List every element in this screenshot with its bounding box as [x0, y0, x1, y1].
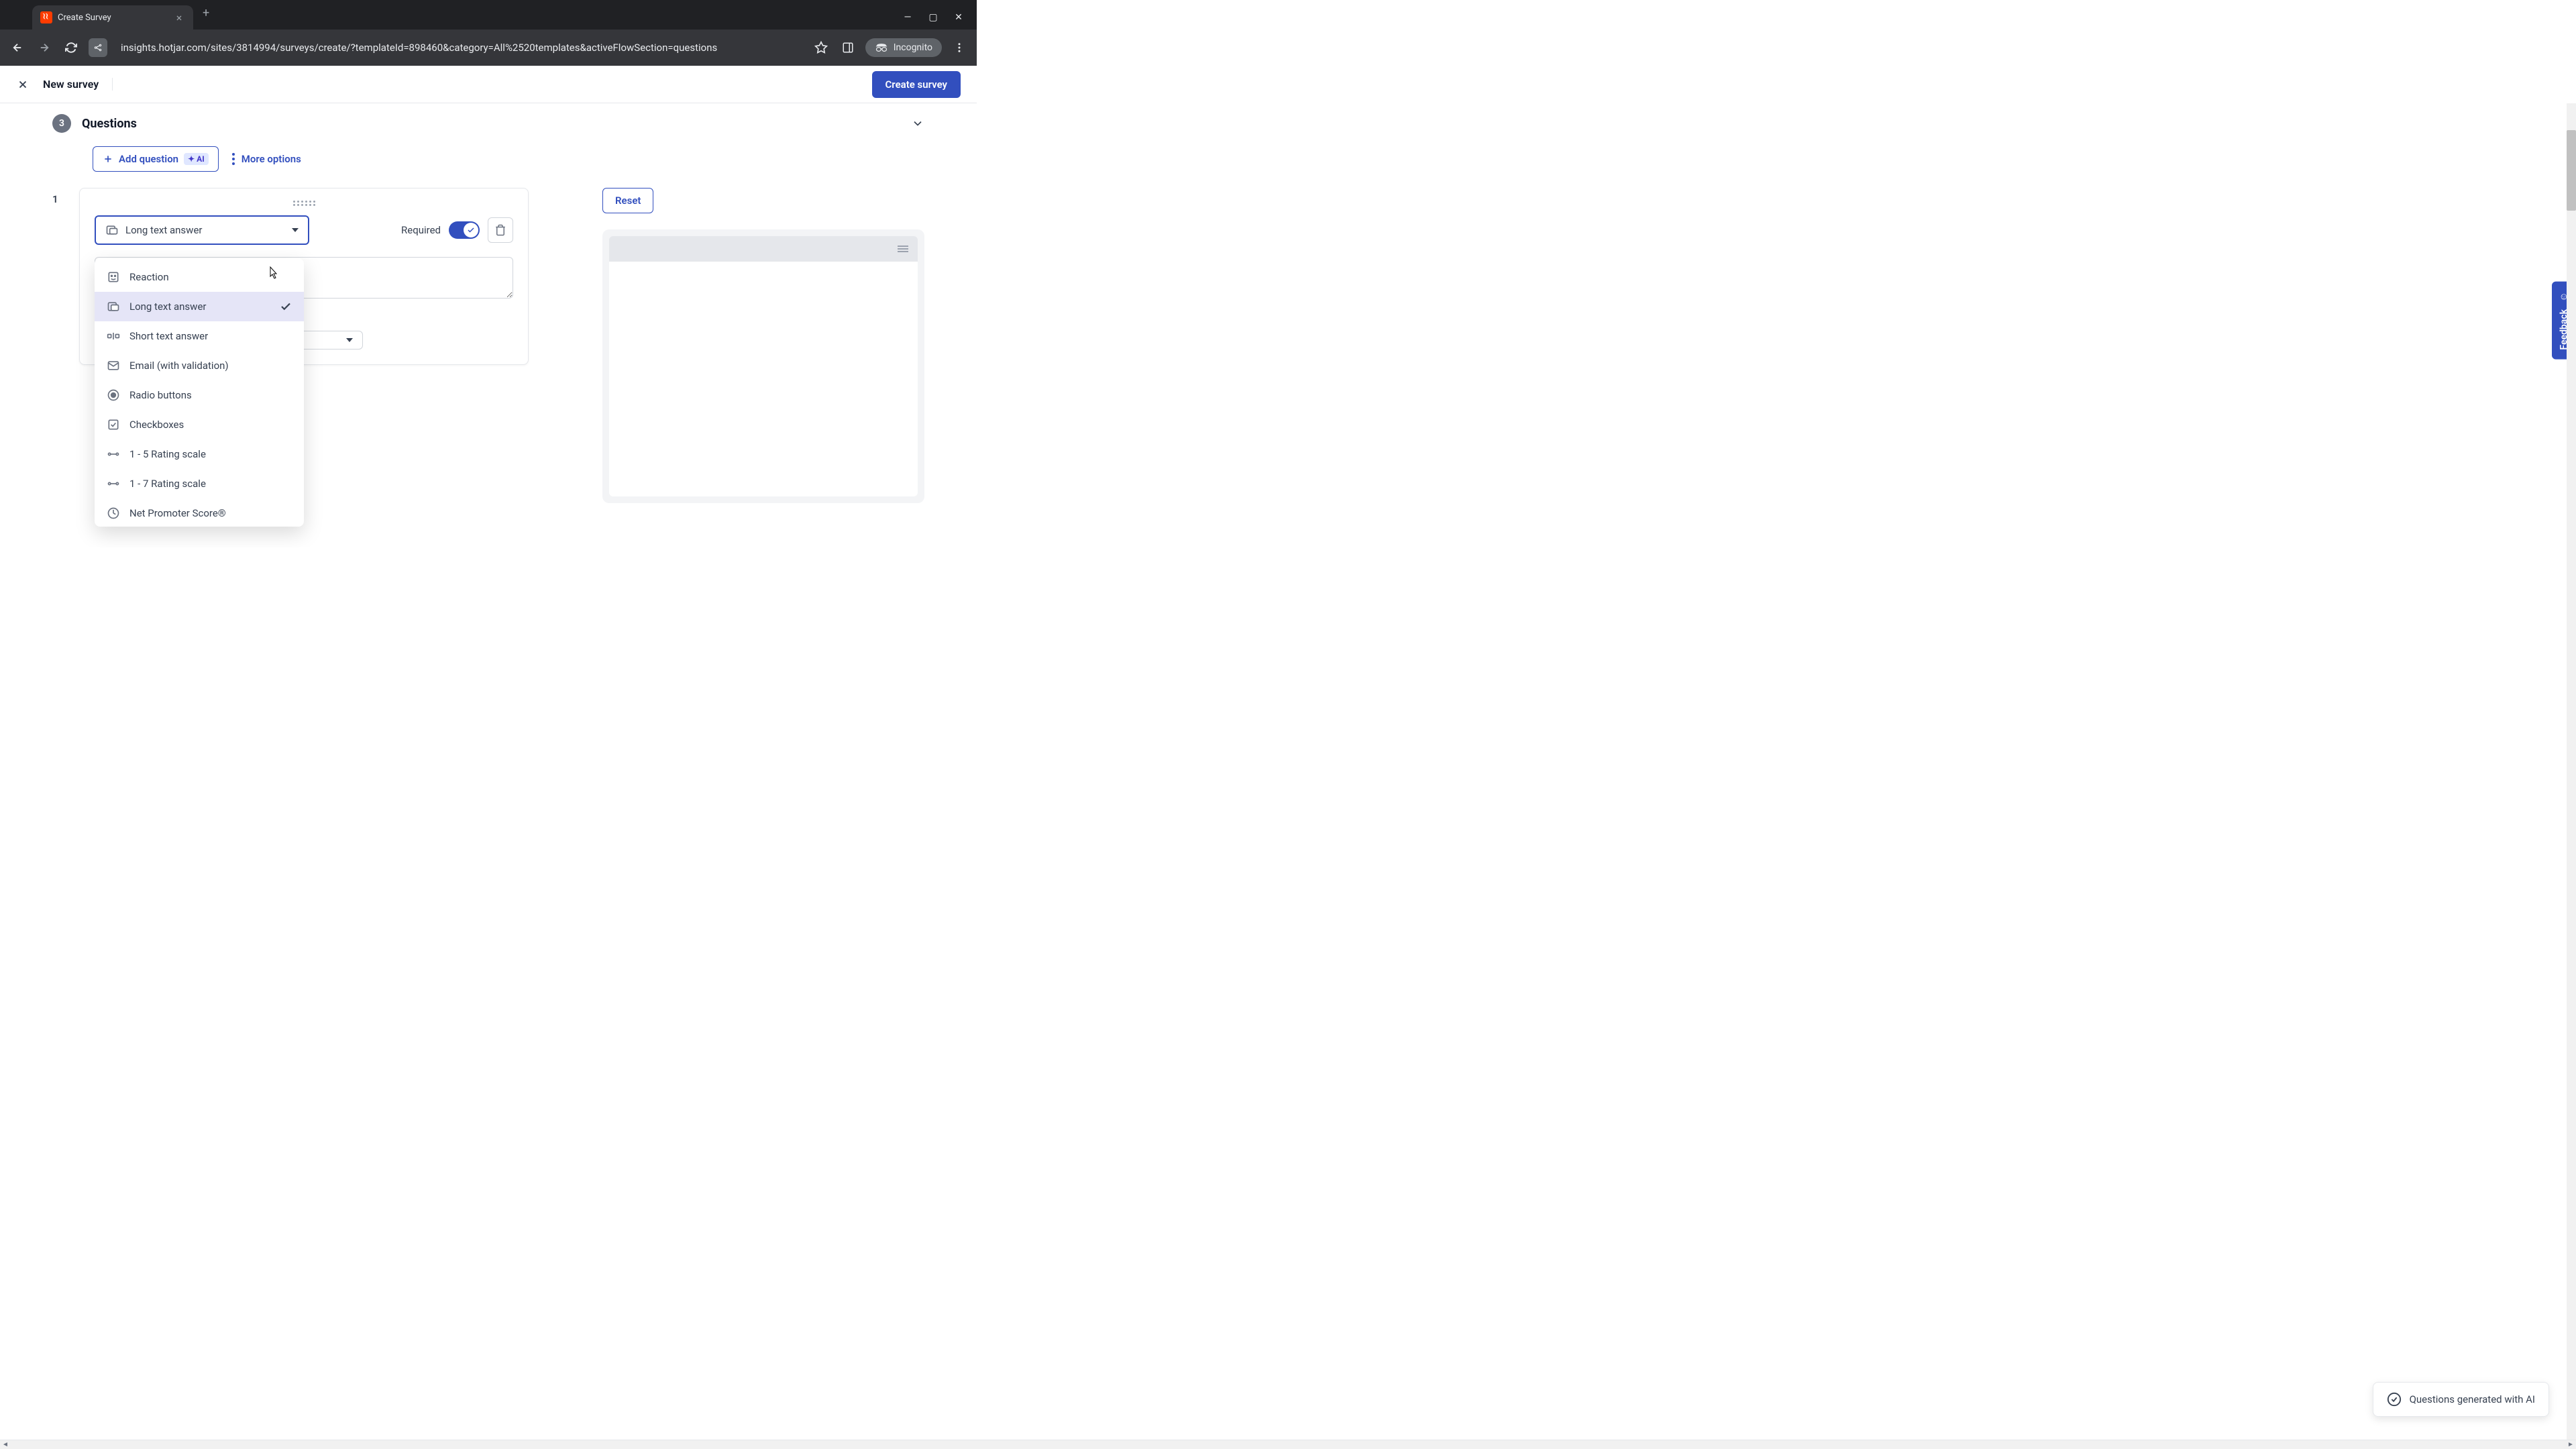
browser-tab[interactable]: Create Survey ×: [32, 5, 193, 30]
step-number-badge: 3: [52, 114, 71, 133]
minimize-icon[interactable]: —: [903, 12, 912, 23]
hamburger-icon[interactable]: [898, 246, 908, 252]
dropdown-item-long-text[interactable]: Long text answer: [95, 292, 304, 321]
window-controls: — ▢ ✕: [903, 12, 977, 30]
reaction-icon: [107, 270, 120, 284]
side-panel-icon[interactable]: [839, 38, 857, 57]
more-options-button[interactable]: More options: [232, 153, 301, 165]
delete-question-button[interactable]: [488, 217, 513, 243]
incognito-badge[interactable]: Incognito: [865, 38, 942, 57]
browser-tab-strip: Create Survey × + — ▢ ✕: [0, 0, 977, 30]
tab-title: Create Survey: [58, 13, 168, 23]
maximize-icon[interactable]: ▢: [928, 12, 938, 23]
more-options-label: More options: [241, 153, 301, 165]
vertical-scrollbar[interactable]: [2567, 103, 2576, 1440]
close-window-icon[interactable]: ✕: [954, 12, 963, 23]
toast-message: Questions generated with AI: [2410, 1393, 2535, 1405]
dropdown-item-nps[interactable]: Net Promoter Score®: [95, 498, 304, 527]
nps-icon: [107, 506, 120, 520]
check-circle-icon: [2387, 1392, 2402, 1407]
scale-icon: [107, 477, 120, 490]
questions-section-header[interactable]: 3 Questions: [52, 103, 924, 146]
email-icon: [107, 359, 120, 372]
scroll-left-icon[interactable]: ◄: [0, 1441, 11, 1448]
ai-toast: Questions generated with AI: [2373, 1382, 2549, 1417]
hotjar-favicon-icon: [40, 11, 52, 23]
preview-box: [602, 229, 924, 503]
section-title: Questions: [82, 117, 900, 131]
dropdown-item-short-text[interactable]: Short text answer: [95, 321, 304, 351]
new-tab-button[interactable]: +: [193, 6, 219, 20]
incognito-icon: [875, 44, 888, 52]
preview-body: [609, 262, 918, 496]
incognito-label: Incognito: [894, 42, 932, 53]
ai-badge: ✦ AI: [184, 153, 209, 165]
add-question-button[interactable]: Add question ✦ AI: [93, 146, 219, 172]
preview-panel: Reset: [602, 188, 924, 503]
caret-down-icon: [292, 228, 299, 232]
site-info-icon[interactable]: [89, 38, 107, 57]
type-select-label: Long text answer: [125, 224, 285, 236]
radio-icon: [107, 388, 120, 402]
reset-button[interactable]: Reset: [602, 188, 653, 213]
required-toggle[interactable]: [449, 221, 480, 239]
horizontal-scrollbar[interactable]: ◄ ►: [0, 1440, 2576, 1449]
long-text-icon: [105, 223, 119, 237]
question-number: 1: [52, 188, 66, 365]
scale-icon: [107, 447, 120, 461]
trash-icon: [494, 224, 506, 236]
dropdown-item-radio[interactable]: Radio buttons: [95, 380, 304, 410]
short-text-icon: [107, 329, 120, 343]
browser-toolbar: insights.hotjar.com/sites/3814994/survey…: [0, 30, 977, 66]
scroll-right-icon[interactable]: ►: [2565, 1441, 2576, 1448]
main-content: 3 Questions Add question ✦ AI More optio…: [0, 103, 977, 547]
dropdown-item-email[interactable]: Email (with validation): [95, 351, 304, 380]
survey-title: New survey: [43, 78, 113, 91]
dropdown-item-reaction[interactable]: Reaction: [95, 262, 304, 292]
back-button[interactable]: [8, 38, 27, 57]
tab-close-icon[interactable]: ×: [173, 11, 185, 24]
checkbox-icon: [107, 418, 120, 431]
bookmark-icon[interactable]: [812, 38, 830, 57]
kebab-icon: [232, 153, 235, 165]
tab-search-area: [0, 0, 32, 30]
drag-handle-icon[interactable]: [95, 201, 513, 203]
app-header: New survey Create survey: [0, 66, 977, 103]
create-survey-button[interactable]: Create survey: [872, 71, 961, 98]
dropdown-item-scale-5[interactable]: 1 - 5 Rating scale: [95, 439, 304, 469]
drag-handle-icon[interactable]: [95, 204, 513, 206]
required-label: Required: [401, 224, 441, 236]
browser-menu-icon[interactable]: [950, 38, 969, 57]
long-text-icon: [107, 300, 120, 313]
check-icon: [280, 301, 292, 313]
action-row: Add question ✦ AI More options: [93, 146, 924, 172]
forward-button[interactable]: [35, 38, 54, 57]
dropdown-item-scale-7[interactable]: 1 - 7 Rating scale: [95, 469, 304, 498]
reload-button[interactable]: [62, 38, 80, 57]
dropdown-item-checkbox[interactable]: Checkboxes: [95, 410, 304, 439]
question-type-dropdown: Reaction Long text answer Short text ans…: [95, 258, 304, 527]
caret-down-icon: [346, 338, 353, 342]
question-card: Long text answer Required: [79, 188, 529, 365]
collapse-chevron-icon[interactable]: [911, 117, 924, 130]
question-type-select[interactable]: Long text answer: [95, 215, 309, 245]
preview-widget-header: [609, 236, 918, 262]
plus-icon: [103, 154, 113, 164]
url-bar[interactable]: insights.hotjar.com/sites/3814994/survey…: [115, 42, 804, 54]
close-editor-button[interactable]: [16, 78, 30, 91]
add-question-label: Add question: [119, 153, 178, 165]
